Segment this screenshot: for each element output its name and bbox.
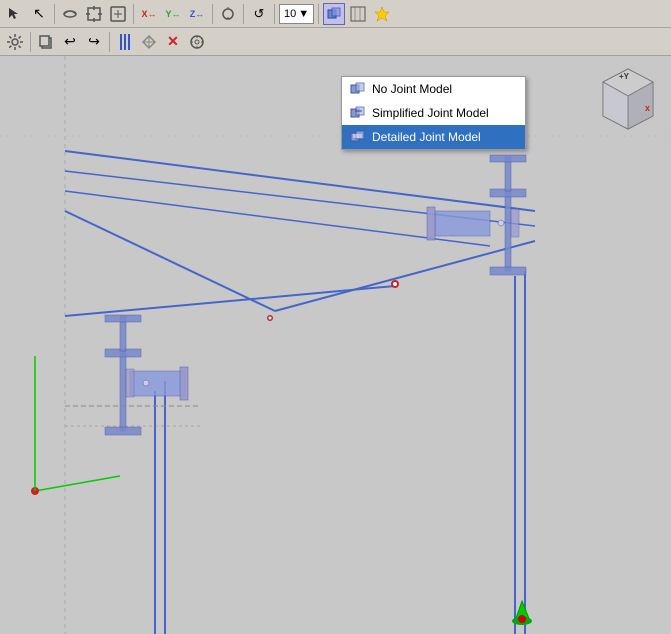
- simplified-joint-icon: [350, 105, 366, 121]
- pointer-btn[interactable]: ↖: [28, 3, 50, 25]
- zoom-all-btn[interactable]: [107, 3, 129, 25]
- delete-btn[interactable]: ✕: [162, 31, 184, 53]
- axis-z-btn[interactable]: Z↔: [186, 3, 208, 25]
- toolbar-top: ↖ X↔ Y↔ Z↔ ↺ 10 ▼: [0, 0, 671, 28]
- sep1: [54, 4, 55, 24]
- sep2: [133, 4, 134, 24]
- orbit-btn[interactable]: [59, 3, 81, 25]
- settings-btn[interactable]: [4, 31, 26, 53]
- svg-text:x: x: [645, 103, 650, 113]
- beam-btn[interactable]: [138, 31, 160, 53]
- properties-btn[interactable]: [186, 31, 208, 53]
- zoom-box-btn[interactable]: [83, 3, 105, 25]
- sep-b: [109, 32, 110, 52]
- menu-item-no-joint[interactable]: No Joint Model: [342, 77, 525, 101]
- sep-a: [30, 32, 31, 52]
- sep6: [318, 4, 319, 24]
- simplified-label: Simplified Joint Model: [372, 106, 489, 120]
- joint-model-toggle-btn[interactable]: [323, 3, 345, 25]
- joint-model-dropdown: No Joint Model Simplified Joint Model De…: [341, 76, 526, 150]
- snap-btn[interactable]: [217, 3, 239, 25]
- nav-cube[interactable]: x +Y: [593, 64, 663, 134]
- axis-x-btn[interactable]: X↔: [138, 3, 160, 25]
- sep3: [212, 4, 213, 24]
- sep4: [243, 4, 244, 24]
- highlight-btn[interactable]: [371, 3, 393, 25]
- scene-canvas: [0, 56, 671, 634]
- toolbar-second: ↩ ↪ ✕: [0, 28, 671, 56]
- number-dropdown[interactable]: 10 ▼: [279, 4, 314, 24]
- svg-text:+Y: +Y: [619, 72, 630, 81]
- axis-y-btn[interactable]: Y↔: [162, 3, 184, 25]
- viewport[interactable]: x +Y No Joint Model Simplified Joint Mod…: [0, 56, 671, 634]
- rotate-btn[interactable]: ↺: [248, 3, 270, 25]
- detailed-label: Detailed Joint Model: [372, 130, 481, 144]
- sep5: [274, 4, 275, 24]
- select-mode-btn[interactable]: [4, 3, 26, 25]
- menu-item-detailed[interactable]: Detailed Joint Model: [342, 125, 525, 149]
- detailed-joint-icon: [350, 129, 366, 145]
- number-value: 10: [284, 8, 296, 20]
- copy-btn[interactable]: [35, 31, 57, 53]
- undo-btn[interactable]: ↩: [59, 31, 81, 53]
- column-btn[interactable]: [114, 31, 136, 53]
- display-mode-btn[interactable]: [347, 3, 369, 25]
- dropdown-arrow-icon: ▼: [298, 8, 309, 20]
- no-joint-label: No Joint Model: [372, 82, 452, 96]
- redo-btn[interactable]: ↪: [83, 31, 105, 53]
- no-joint-icon: [350, 81, 366, 97]
- menu-item-simplified[interactable]: Simplified Joint Model: [342, 101, 525, 125]
